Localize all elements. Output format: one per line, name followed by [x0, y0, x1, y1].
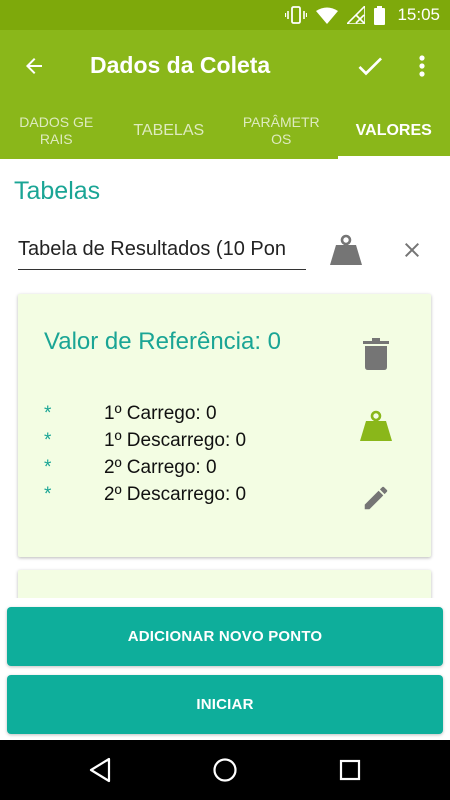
check-icon[interactable]: [352, 48, 388, 84]
page-title: Dados da Coleta: [90, 52, 271, 78]
tab-label: TABELAS: [133, 122, 205, 139]
list-item: * 1º Descarrego: 0: [44, 427, 246, 454]
status-time: 15:05: [397, 5, 440, 24]
value-label: 1º Carrego: 0: [104, 402, 217, 424]
start-button[interactable]: INICIAR: [7, 675, 443, 734]
tab-label: PARÂMETROS: [242, 113, 320, 147]
delete-icon[interactable]: [358, 336, 394, 372]
close-icon[interactable]: [392, 230, 432, 270]
tab-bar: DADOS GERAIS TABELAS PARÂMETROS VALORES: [0, 102, 450, 159]
section-title: Tabelas: [14, 177, 101, 205]
bullet: *: [44, 402, 52, 424]
app-bar: Dados da Coleta: [0, 30, 450, 102]
nav-home-icon[interactable]: [209, 754, 241, 786]
table-select[interactable]: Tabela de Resultados (10 Pon: [18, 232, 306, 270]
battery-icon: [374, 5, 386, 25]
system-nav-bar: [0, 740, 450, 800]
weight-icon[interactable]: [358, 408, 394, 444]
tab-parametros[interactable]: PARÂMETROS: [225, 102, 338, 159]
weight-icon[interactable]: [326, 230, 366, 270]
no-signal-icon: [347, 6, 366, 24]
edit-icon[interactable]: [358, 480, 394, 516]
vibrate-icon: [285, 6, 308, 24]
nav-recent-apps-icon[interactable]: [334, 754, 366, 786]
value-label: 1º Descarrego: 0: [104, 429, 247, 451]
bullet: *: [44, 429, 52, 451]
tab-valores[interactable]: VALORES: [337, 102, 450, 159]
tab-label: DADOS GERAIS: [19, 113, 94, 147]
card-values-list: * 1º Carrego: 0 * 1º Descarrego: 0 * 2º Car…: [44, 400, 246, 508]
status-bar: 15:05: [0, 0, 450, 30]
card-title: Valor de Referência: 0: [44, 328, 282, 355]
list-item: * 2º Descarrego: 0: [44, 481, 246, 508]
value-label: 2º Carrego: 0: [104, 456, 217, 478]
more-vert-icon[interactable]: [410, 48, 434, 84]
tab-label: VALORES: [355, 122, 432, 139]
value-label: 2º Descarrego: 0: [104, 483, 247, 505]
tab-dados-gerais[interactable]: DADOS GERAIS: [0, 102, 113, 159]
table-selector-row: Tabela de Resultados (10 Pon: [18, 226, 450, 274]
reference-value-card: Valor de Referência: 0 * 1º Carrego: 0 * 1…: [18, 294, 431, 557]
nav-back-icon[interactable]: [84, 754, 116, 786]
list-item: * 2º Carrego: 0: [44, 454, 246, 481]
tab-tabelas[interactable]: TABELAS: [113, 102, 226, 159]
list-item: * 1º Carrego: 0: [44, 400, 246, 427]
wifi-icon: [316, 7, 339, 24]
back-arrow-icon[interactable]: [18, 50, 50, 82]
add-point-button[interactable]: ADICIONAR NOVO PONTO: [7, 607, 443, 666]
bullet: *: [44, 456, 52, 478]
bullet: *: [44, 483, 52, 505]
